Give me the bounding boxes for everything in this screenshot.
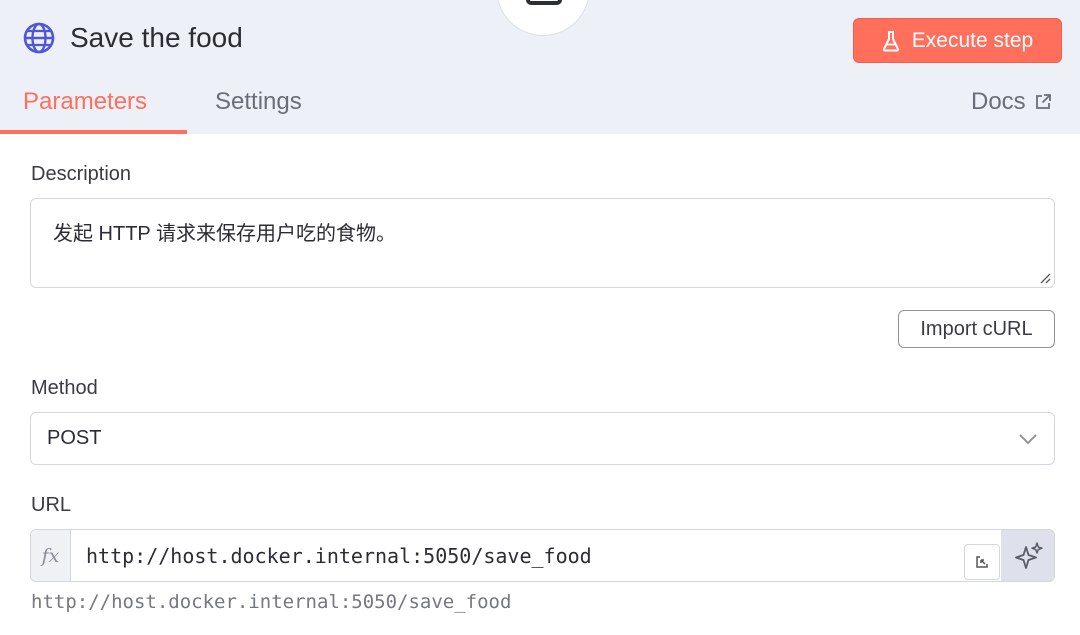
ai-assist-button[interactable] [1001,530,1054,581]
description-field[interactable]: 发起 HTTP 请求来保存用户吃的食物。 [30,198,1055,288]
node-type-icon [496,0,590,36]
sparkle-icon [1014,541,1043,569]
url-value[interactable]: http://host.docker.internal:5050/save_fo… [86,544,592,568]
node-title[interactable]: Save the food [70,22,243,54]
node-title-row: Save the food [22,20,243,56]
flask-icon [882,30,899,51]
globe-icon [23,22,55,54]
chevron-down-icon [1019,434,1037,445]
method-value: POST [47,427,102,449]
method-label: Method [31,377,98,399]
node-header: Save the food Execute step Parameters Se… [0,0,1080,134]
url-input[interactable]: fx http://host.docker.internal:5050/save… [30,529,1055,582]
description-label: Description [31,163,132,185]
import-curl-button[interactable]: Import cURL [898,310,1055,348]
external-link-icon [1035,94,1051,109]
execute-step-button[interactable]: Execute step [853,18,1062,63]
docs-label: Docs [971,88,1026,115]
open-expression-editor-button[interactable] [964,544,1000,580]
tab-parameters[interactable]: Parameters [23,88,147,116]
url-label: URL [31,494,72,516]
url-resolved-preview: http://host.docker.internal:5050/save_fo… [31,591,512,613]
tab-settings[interactable]: Settings [215,88,302,116]
active-tab-indicator [0,130,187,134]
method-select[interactable]: POST [30,412,1055,465]
expression-fx-badge: fx [31,530,71,581]
description-value: 发起 HTTP 请求来保存用户吃的食物。 [53,223,396,245]
execute-step-label: Execute step [911,28,1034,52]
resize-grip-icon[interactable] [1037,270,1051,284]
docs-link[interactable]: Docs [971,88,1052,116]
expand-icon [976,556,988,568]
